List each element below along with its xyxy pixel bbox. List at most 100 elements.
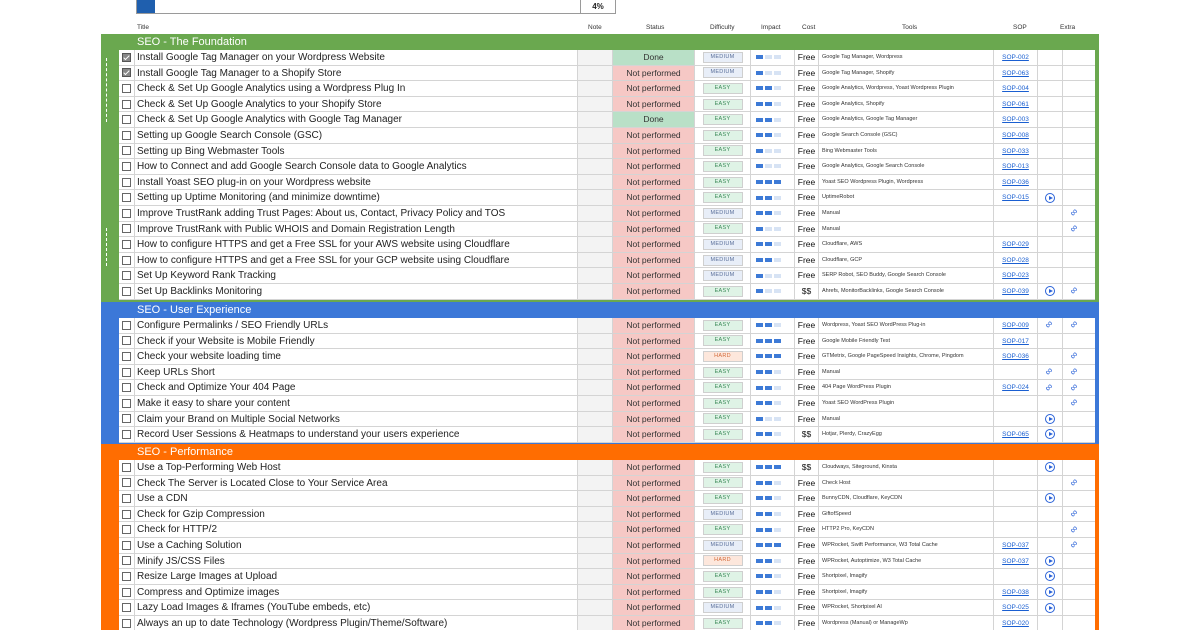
task-checkbox[interactable]: [122, 68, 131, 78]
task-checkbox[interactable]: [122, 146, 131, 156]
video-play-icon[interactable]: [1045, 429, 1055, 440]
task-note[interactable]: [578, 460, 613, 475]
task-checkbox[interactable]: [122, 509, 131, 519]
task-note[interactable]: [578, 584, 613, 600]
task-checkbox[interactable]: [122, 478, 131, 488]
task-note[interactable]: [578, 190, 613, 205]
task-status[interactable]: Not performed: [613, 159, 695, 174]
sop-link[interactable]: SOP-009: [994, 318, 1038, 333]
sop-link[interactable]: SOP-029: [994, 237, 1038, 252]
task-note[interactable]: [578, 569, 613, 584]
task-status[interactable]: Not performed: [613, 221, 695, 237]
sop-link[interactable]: [994, 395, 1038, 411]
task-checkbox[interactable]: [122, 99, 131, 109]
link-icon[interactable]: ∞: [1068, 538, 1081, 551]
task-note[interactable]: [578, 600, 613, 615]
link-icon[interactable]: ∞: [1068, 206, 1081, 219]
video-play-icon[interactable]: [1045, 571, 1055, 582]
sop-link[interactable]: SOP-028: [994, 252, 1038, 268]
task-status[interactable]: Not performed: [613, 65, 695, 81]
task-status[interactable]: Not performed: [613, 600, 695, 615]
link-icon[interactable]: ∞: [1043, 381, 1056, 394]
task-note[interactable]: [578, 252, 613, 268]
sop-link[interactable]: SOP-013: [994, 159, 1038, 174]
task-note[interactable]: [578, 112, 613, 127]
task-checkbox[interactable]: [122, 525, 131, 535]
sop-link[interactable]: SOP-065: [994, 427, 1038, 442]
link-icon[interactable]: ∞: [1068, 222, 1081, 235]
task-checkbox[interactable]: [122, 161, 131, 171]
sop-link[interactable]: SOP-023: [994, 268, 1038, 283]
task-note[interactable]: [578, 318, 613, 333]
task-checkbox[interactable]: [122, 603, 131, 613]
link-icon[interactable]: ∞: [1068, 350, 1081, 363]
task-checkbox[interactable]: [122, 540, 131, 550]
task-status[interactable]: Done: [613, 50, 695, 65]
task-checkbox[interactable]: [122, 571, 131, 581]
task-status[interactable]: Not performed: [613, 81, 695, 96]
link-icon[interactable]: ∞: [1068, 381, 1081, 394]
task-checkbox[interactable]: [122, 383, 131, 393]
link-icon[interactable]: ∞: [1068, 319, 1081, 332]
link-icon[interactable]: ∞: [1043, 365, 1056, 378]
task-note[interactable]: [578, 491, 613, 506]
link-icon[interactable]: ∞: [1068, 507, 1081, 520]
task-status[interactable]: Not performed: [613, 380, 695, 395]
sop-link[interactable]: [994, 569, 1038, 584]
sop-link[interactable]: SOP-004: [994, 81, 1038, 96]
task-checkbox[interactable]: [122, 177, 131, 187]
task-note[interactable]: [578, 506, 613, 522]
task-note[interactable]: [578, 411, 613, 427]
sop-link[interactable]: [994, 506, 1038, 522]
task-checkbox[interactable]: [122, 587, 131, 597]
task-status[interactable]: Not performed: [613, 364, 695, 380]
video-play-icon[interactable]: [1045, 587, 1055, 598]
sop-link[interactable]: SOP-036: [994, 349, 1038, 364]
sop-link[interactable]: SOP-037: [994, 553, 1038, 569]
section-title[interactable]: SEO - The Foundation: [101, 34, 1099, 50]
task-status[interactable]: Not performed: [613, 615, 695, 630]
task-checkbox[interactable]: [122, 239, 131, 249]
task-checkbox[interactable]: [122, 429, 131, 439]
task-status[interactable]: Not performed: [613, 252, 695, 268]
task-note[interactable]: [578, 96, 613, 112]
sop-link[interactable]: [994, 475, 1038, 491]
task-note[interactable]: [578, 221, 613, 237]
task-note[interactable]: [578, 364, 613, 380]
task-note[interactable]: [578, 50, 613, 65]
task-checkbox[interactable]: [122, 115, 131, 125]
task-note[interactable]: [578, 81, 613, 96]
task-checkbox[interactable]: [122, 208, 131, 218]
sop-link[interactable]: SOP-017: [994, 333, 1038, 349]
task-status[interactable]: Not performed: [613, 283, 695, 299]
task-checkbox[interactable]: [122, 336, 131, 346]
link-icon[interactable]: ∞: [1068, 284, 1081, 297]
task-checkbox[interactable]: [122, 414, 131, 424]
task-status[interactable]: Not performed: [613, 475, 695, 491]
link-icon[interactable]: ∞: [1043, 319, 1056, 332]
task-status[interactable]: Not performed: [613, 237, 695, 252]
task-checkbox[interactable]: [122, 618, 131, 628]
task-note[interactable]: [578, 333, 613, 349]
task-note[interactable]: [578, 143, 613, 159]
sop-link[interactable]: SOP-008: [994, 127, 1038, 143]
task-checkbox[interactable]: [122, 556, 131, 566]
link-icon[interactable]: ∞: [1068, 396, 1081, 409]
task-note[interactable]: [578, 174, 613, 190]
task-note[interactable]: [578, 349, 613, 364]
task-checkbox[interactable]: [122, 398, 131, 408]
sop-link[interactable]: [994, 364, 1038, 380]
sop-link[interactable]: [994, 411, 1038, 427]
task-checkbox[interactable]: [122, 320, 131, 330]
link-icon[interactable]: ∞: [1068, 523, 1081, 536]
task-checkbox[interactable]: [122, 286, 131, 296]
task-note[interactable]: [578, 475, 613, 491]
section-title[interactable]: SEO - Performance: [101, 444, 1099, 460]
task-checkbox[interactable]: [122, 351, 131, 361]
task-note[interactable]: [578, 522, 613, 537]
task-status[interactable]: Not performed: [613, 190, 695, 205]
task-note[interactable]: [578, 205, 613, 221]
task-checkbox[interactable]: [122, 462, 131, 472]
task-status[interactable]: Not performed: [613, 349, 695, 364]
task-note[interactable]: [578, 65, 613, 81]
